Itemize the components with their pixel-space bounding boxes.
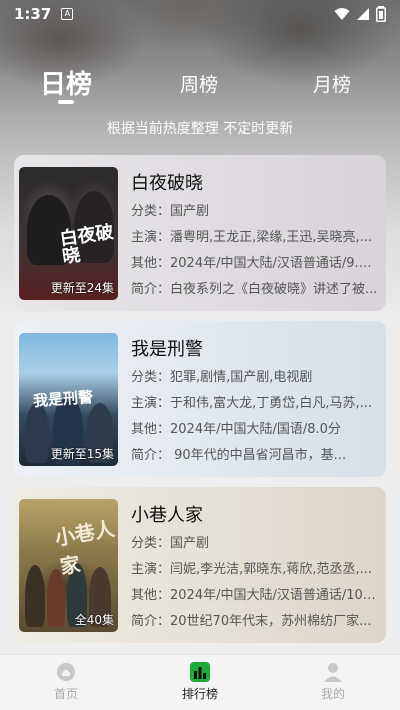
drama-poster: 小巷人家 全40集 bbox=[19, 499, 118, 632]
tab-daily[interactable]: 日榜 bbox=[40, 64, 92, 101]
tab-monthly[interactable]: 月榜 bbox=[313, 70, 351, 97]
drama-info: 其他：2024年/中国大陆/汉语普通话/10.... bbox=[131, 588, 379, 603]
drama-category: 分类：国产剧 bbox=[131, 536, 210, 551]
drama-card[interactable]: 我是刑警 更新至15集 我是刑警 分类：犯罪,剧情,国产剧,电视剧 主演：于和伟… bbox=[14, 321, 386, 477]
notification-a-icon: A bbox=[61, 8, 74, 20]
bottom-navigation: 首页 排行榜 我的 bbox=[0, 654, 400, 710]
drama-info: 其他：2024年/中国大陆/国语/8.0分 bbox=[131, 422, 341, 437]
battery-icon bbox=[376, 6, 386, 22]
drama-intro: 简介： 90年代的中昌省河昌市，基... bbox=[131, 448, 347, 463]
drama-poster: 白夜破晓 更新至24集 bbox=[19, 167, 118, 300]
drama-cast: 主演：闫妮,李光洁,郭晓东,蒋欣,范丞丞,... bbox=[131, 562, 373, 577]
nav-profile-label: 我的 bbox=[320, 687, 345, 701]
drama-title: 小巷人家 bbox=[131, 505, 203, 526]
episode-badge: 更新至24集 bbox=[50, 281, 114, 295]
drama-cast: 主演：潘粤明,王龙正,梁缘,王迅,吴晓亮,... bbox=[131, 230, 373, 245]
poster-title: 白夜破晓 bbox=[58, 221, 115, 268]
drama-category: 分类：国产剧 bbox=[131, 204, 210, 219]
poster-title: 小巷人家 bbox=[53, 516, 117, 579]
drama-intro: 简介：白夜系列之《白夜破晓》讲述了被... bbox=[131, 282, 378, 297]
episode-badge: 全40集 bbox=[74, 613, 114, 627]
wifi-icon bbox=[334, 8, 350, 20]
nav-ranking-label: 排行榜 bbox=[181, 687, 218, 701]
home-icon bbox=[57, 663, 75, 681]
poster-figure bbox=[25, 565, 45, 627]
poster-title: 我是刑警 bbox=[32, 387, 94, 411]
nav-home[interactable]: 首页 bbox=[26, 661, 106, 702]
drama-card[interactable]: 白夜破晓 更新至24集 白夜破晓 分类：国产剧 主演：潘粤明,王龙正,梁缘,王迅… bbox=[14, 155, 386, 311]
nav-profile[interactable]: 我的 bbox=[293, 661, 373, 702]
poster-figure bbox=[25, 403, 49, 463]
signal-icon bbox=[357, 8, 369, 20]
drama-category: 分类：犯罪,剧情,国产剧,电视剧 bbox=[131, 370, 313, 385]
status-bar: 1:37 A bbox=[0, 0, 400, 28]
tab-weekly[interactable]: 周榜 bbox=[180, 70, 218, 97]
profile-icon bbox=[324, 663, 342, 682]
status-time: 1:37 bbox=[14, 5, 52, 23]
drama-title: 白夜破晓 bbox=[131, 173, 203, 194]
drama-info: 其他：2024年/中国大陆/汉语普通话/9.7... bbox=[131, 256, 379, 271]
drama-title: 我是刑警 bbox=[131, 339, 203, 360]
ranking-icon bbox=[190, 662, 210, 682]
nav-ranking[interactable]: 排行榜 bbox=[160, 661, 240, 702]
drama-card[interactable]: 小巷人家 全40集 小巷人家 分类：国产剧 主演：闫妮,李光洁,郭晓东,蒋欣,范… bbox=[14, 487, 386, 643]
drama-intro: 简介：20世纪70年代末，苏州棉纺厂家... bbox=[131, 614, 372, 629]
drama-cast: 主演：于和伟,富大龙,丁勇岱,白凡,马苏,... bbox=[131, 396, 373, 411]
tab-indicator bbox=[58, 100, 74, 104]
drama-poster: 我是刑警 更新至15集 bbox=[19, 333, 118, 466]
nav-home-label: 首页 bbox=[53, 687, 78, 701]
ranking-subtitle: 根据当前热度整理 不定时更新 bbox=[106, 121, 294, 137]
episode-badge: 更新至15集 bbox=[50, 447, 114, 461]
